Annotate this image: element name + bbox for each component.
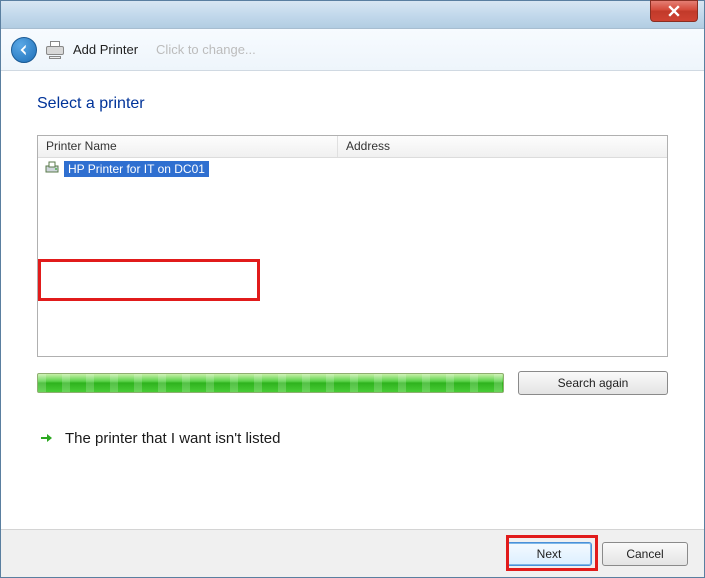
printer-list[interactable]: Printer Name Address HP Printer for IT o… [37, 135, 668, 357]
page-heading: Select a printer [37, 95, 668, 113]
titlebar [1, 1, 704, 29]
next-button[interactable]: Next [506, 542, 592, 566]
search-progress-bar [37, 373, 504, 393]
header-ghost-text: Click to change... [156, 42, 256, 57]
arrow-right-icon [37, 429, 55, 447]
column-header-name[interactable]: Printer Name [38, 136, 338, 157]
network-printer-icon [44, 161, 60, 177]
printer-row-name: HP Printer for IT on DC01 [64, 161, 209, 177]
back-arrow-icon [17, 43, 31, 57]
back-button[interactable] [11, 37, 37, 63]
printer-icon [45, 41, 65, 59]
printer-not-listed-link[interactable]: The printer that I want isn't listed [37, 429, 668, 447]
footer: Next Cancel [1, 529, 704, 577]
progress-row: Search again [37, 371, 668, 395]
wizard-header: Add Printer Click to change... [1, 29, 704, 71]
list-header: Printer Name Address [38, 136, 667, 158]
cancel-button[interactable]: Cancel [602, 542, 688, 566]
header-title: Add Printer [73, 42, 138, 57]
printer-row[interactable]: HP Printer for IT on DC01 [38, 158, 667, 180]
column-header-address[interactable]: Address [338, 136, 667, 157]
close-button[interactable] [650, 0, 698, 22]
search-again-button[interactable]: Search again [518, 371, 668, 395]
close-icon [668, 5, 680, 17]
printer-not-listed-label: The printer that I want isn't listed [65, 430, 280, 447]
add-printer-window: Add Printer Click to change... Select a … [0, 0, 705, 578]
content-area: Select a printer Printer Name Address HP… [1, 71, 704, 457]
